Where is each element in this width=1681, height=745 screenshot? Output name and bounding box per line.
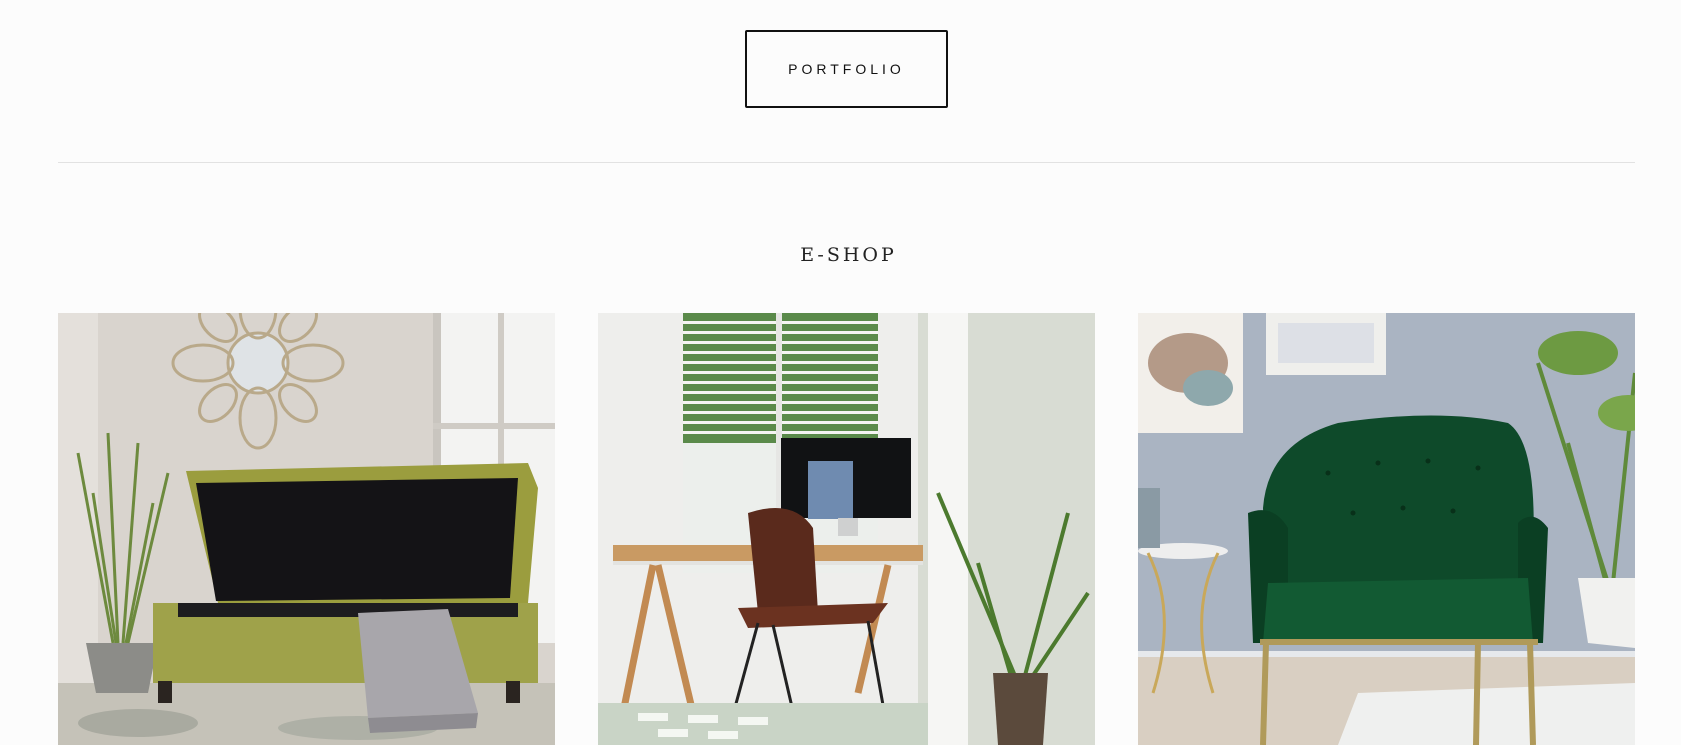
velvet-armchair-photo [1138,313,1635,745]
portfolio-button[interactable]: PORTFOLIO [745,30,948,108]
product-card-velvet-armchair[interactable] [1138,313,1635,745]
product-card-desk-chair[interactable] [598,313,1095,745]
product-card-storage-bench[interactable] [58,313,555,745]
storage-bench-photo [58,313,555,745]
eshop-title: E-SHOP [800,244,897,266]
section-divider [58,162,1635,163]
desk-chair-photo [598,313,1095,745]
